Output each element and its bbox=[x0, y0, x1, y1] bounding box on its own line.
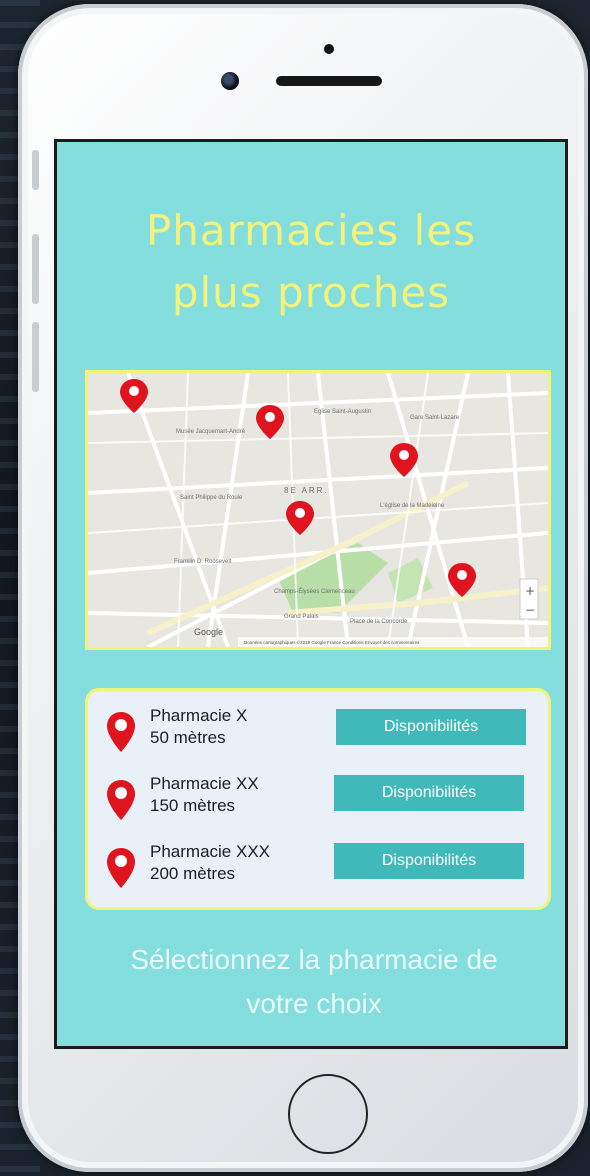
map-footer: Données cartographiques ©2019 Google Fra… bbox=[244, 639, 420, 645]
pharmacy-list: Pharmacie X 50 mètres Disponibilités Pha… bbox=[85, 688, 551, 910]
earpiece-speaker bbox=[276, 76, 382, 86]
availability-button[interactable]: Disponibilités bbox=[336, 709, 526, 745]
plus-icon[interactable]: + bbox=[525, 584, 535, 598]
pharmacy-distance: 200 mètres bbox=[150, 864, 236, 883]
map-label-champs: Champs-Élysées Clemenceau bbox=[274, 588, 355, 595]
volume-up-button bbox=[32, 234, 39, 304]
instruction-line-1: Sélectionnez la pharmacie de bbox=[130, 944, 498, 975]
map-pin-icon bbox=[107, 848, 135, 888]
map-canvas[interactable]: 8E ARR. Gare Saint-Lazare Eglise Saint-A… bbox=[88, 373, 548, 647]
app-screen: Pharmacies les plus proches 8E ARR. Gare… bbox=[54, 139, 568, 1049]
google-logo: Google bbox=[194, 627, 223, 637]
instruction-text: Sélectionnez la pharmacie de votre choix bbox=[77, 938, 551, 1026]
proximity-sensor bbox=[324, 44, 334, 54]
title-line-1: Pharmacies les bbox=[145, 206, 477, 255]
list-item[interactable]: Pharmacie XXX 200 mètres Disponibilités bbox=[88, 841, 548, 901]
zoom-controls[interactable]: + − bbox=[519, 578, 539, 620]
list-item[interactable]: Pharmacie X 50 mètres Disponibilités bbox=[88, 705, 548, 765]
map-label-concorde: Place de la Concorde bbox=[350, 619, 408, 625]
volume-down-button bbox=[32, 322, 39, 392]
pharmacy-distance: 50 mètres bbox=[150, 728, 226, 747]
pharmacy-map[interactable]: 8E ARR. Gare Saint-Lazare Eglise Saint-A… bbox=[85, 370, 551, 650]
availability-button[interactable]: Disponibilités bbox=[334, 775, 524, 811]
list-item[interactable]: Pharmacie XX 150 mètres Disponibilités bbox=[88, 773, 548, 833]
home-button[interactable] bbox=[288, 1074, 368, 1154]
map-label-roosevelt: Franklin D. Roosevelt bbox=[174, 559, 232, 565]
map-label-madeleine: L'église de la Madeleine bbox=[380, 503, 445, 509]
map-label-jacquemart: Musée Jacquemart-André bbox=[176, 429, 246, 435]
map-label-stlazare: Gare Saint-Lazare bbox=[410, 415, 460, 421]
availability-button[interactable]: Disponibilités bbox=[334, 843, 524, 879]
pharmacy-name: Pharmacie XXX bbox=[150, 842, 270, 861]
instruction-line-2: votre choix bbox=[246, 988, 382, 1019]
minus-icon[interactable]: − bbox=[525, 603, 535, 617]
pharmacy-distance: 150 mètres bbox=[150, 796, 236, 815]
front-camera bbox=[221, 72, 239, 90]
pharmacy-name: Pharmacie XX bbox=[150, 774, 259, 793]
map-label-district: 8E ARR. bbox=[284, 486, 329, 495]
title-line-2: plus proches bbox=[171, 268, 451, 317]
map-label-philippe: Saint Philippe du Roule bbox=[180, 495, 243, 501]
mute-switch bbox=[32, 150, 39, 190]
map-label-grandpalais: Grand Palais bbox=[284, 614, 319, 620]
page-title: Pharmacies les plus proches bbox=[57, 200, 565, 324]
map-pin-icon bbox=[107, 780, 135, 820]
map-label-augustin: Eglise Saint-Augustin bbox=[314, 409, 371, 415]
pharmacy-name: Pharmacie X bbox=[150, 706, 248, 725]
map-pin-icon bbox=[107, 712, 135, 752]
